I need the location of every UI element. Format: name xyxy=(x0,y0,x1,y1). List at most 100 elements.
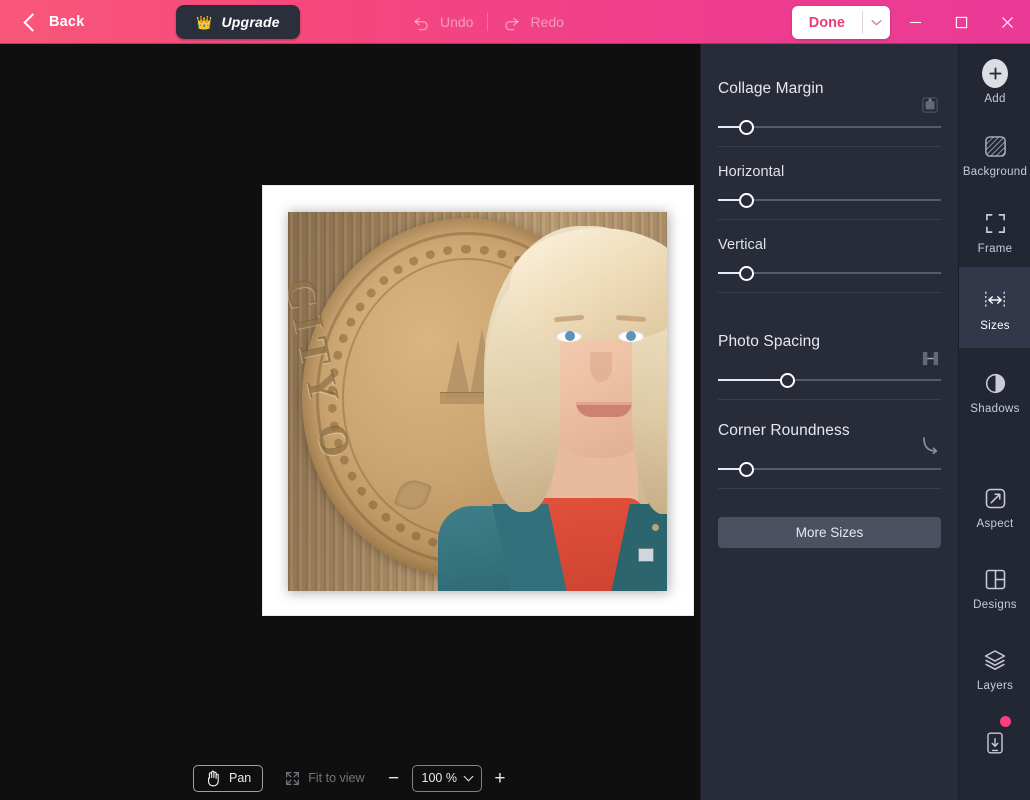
rail-item-background[interactable]: Background xyxy=(959,117,1030,190)
redo-button[interactable]: Redo xyxy=(488,0,577,44)
slider-fill xyxy=(718,379,788,381)
lapel-button xyxy=(652,524,659,531)
section-divider xyxy=(718,488,941,489)
minimize-icon xyxy=(909,21,921,23)
stacked-layers-icon xyxy=(982,647,1008,673)
section-divider xyxy=(718,146,941,147)
slider-thumb[interactable] xyxy=(739,119,755,135)
photo-editor-window: Back 👑 Upgrade Undo Redo Done CITY O Col… xyxy=(0,0,1030,800)
done-button[interactable]: Done xyxy=(792,6,862,39)
frame-corners-icon xyxy=(982,210,1008,236)
collage-margin-label: Collage Margin xyxy=(718,80,824,97)
half-circle-icon xyxy=(982,370,1008,396)
window-controls xyxy=(892,0,1030,44)
plus-circle-icon xyxy=(982,58,1008,88)
hand-icon xyxy=(207,770,219,786)
section-collage-margin: Collage Margin xyxy=(718,80,941,147)
spacing-icon[interactable] xyxy=(919,347,941,369)
notification-badge xyxy=(1000,716,1011,727)
zoom-level-value: 100 % xyxy=(421,771,457,785)
zoom-in-button[interactable]: + xyxy=(493,769,507,788)
nose xyxy=(590,352,612,382)
close-icon xyxy=(1001,16,1013,28)
section-divider xyxy=(718,399,941,400)
rail-item-add[interactable]: Add xyxy=(959,44,1030,117)
collage-sheet[interactable]: CITY O xyxy=(262,185,694,616)
close-button[interactable] xyxy=(984,0,1030,44)
more-sizes-button[interactable]: More Sizes xyxy=(718,517,941,548)
rail-item-frame[interactable]: Frame xyxy=(959,190,1030,267)
slider-thumb[interactable] xyxy=(739,192,755,208)
done-button-group: Done xyxy=(791,6,890,39)
rail-item-sizes[interactable]: Sizes xyxy=(959,267,1030,348)
chevron-left-icon xyxy=(23,12,42,32)
hatched-square-icon xyxy=(982,133,1008,159)
section-corner-roundness: Corner Roundness xyxy=(718,422,941,489)
section-divider xyxy=(718,219,941,220)
pan-button[interactable]: Pan xyxy=(193,764,264,792)
mobile-download-icon xyxy=(982,730,1008,756)
rail-label-add: Add xyxy=(984,93,1006,105)
iris-left xyxy=(565,331,575,341)
section-photo-spacing: Photo Spacing xyxy=(718,333,941,400)
vertical-label: Vertical xyxy=(718,237,767,253)
editor-canvas[interactable]: CITY O xyxy=(0,44,700,800)
back-button[interactable]: Back xyxy=(23,12,85,32)
corner-roundness-slider[interactable] xyxy=(718,458,941,480)
rail-item-shadows[interactable]: Shadows xyxy=(959,348,1030,427)
rail-item-layers[interactable]: Layers xyxy=(959,623,1030,704)
iris-right xyxy=(626,331,636,341)
redo-label: Redo xyxy=(530,14,564,30)
photo-spacing-label: Photo Spacing xyxy=(718,333,821,350)
person-figure xyxy=(288,212,667,591)
maximize-button[interactable] xyxy=(938,0,984,44)
pan-button-label: Pan xyxy=(229,771,252,785)
rail-item-aspect[interactable]: Aspect xyxy=(959,471,1030,542)
photo-spacing-slider[interactable] xyxy=(718,369,941,391)
rail-label-shadows: Shadows xyxy=(970,403,1020,415)
margin-icon[interactable] xyxy=(919,94,941,116)
rail-label-designs: Designs xyxy=(973,599,1017,611)
zoom-out-button[interactable]: − xyxy=(387,769,401,788)
rail-item-mobile-download[interactable] xyxy=(959,704,1030,775)
slider-thumb[interactable] xyxy=(779,372,795,388)
mouth xyxy=(576,402,632,417)
horizontal-slider[interactable] xyxy=(718,189,941,211)
minimize-button[interactable] xyxy=(892,0,938,44)
vertical-slider[interactable] xyxy=(718,262,941,284)
width-arrows-icon xyxy=(982,287,1008,313)
undo-button[interactable]: Undo xyxy=(398,0,487,44)
corner-roundness-icon[interactable] xyxy=(919,434,941,456)
chevron-down-icon xyxy=(463,771,474,782)
zoom-controls: − 100 % + xyxy=(387,764,507,792)
top-toolbar: Back 👑 Upgrade Undo Redo Done xyxy=(0,0,1030,44)
corner-roundness-glyph xyxy=(923,437,938,455)
rail-spacer xyxy=(959,427,1030,471)
zoom-level-select[interactable]: 100 % xyxy=(411,764,482,792)
sizes-settings-panel: Collage Margin Horizontal Vertical Photo… xyxy=(700,44,958,800)
section-vertical: Vertical xyxy=(718,237,941,293)
crown-icon: 👑 xyxy=(196,14,213,30)
spacing-glyph xyxy=(922,351,938,365)
slider-thumb[interactable] xyxy=(739,265,755,281)
collage-margin-slider[interactable] xyxy=(718,116,941,138)
redo-icon xyxy=(505,17,519,30)
section-divider xyxy=(718,292,941,293)
fit-to-view-label: Fit to view xyxy=(308,771,365,785)
collage-photo[interactable]: CITY O xyxy=(288,212,667,591)
hair-top xyxy=(510,228,667,340)
upgrade-button[interactable]: 👑 Upgrade xyxy=(176,5,300,39)
diagonal-arrow-square-icon xyxy=(982,485,1008,511)
lapel-pin xyxy=(638,548,654,562)
chevron-down-icon xyxy=(871,20,882,26)
slider-thumb[interactable] xyxy=(739,461,755,477)
fit-to-view-button[interactable]: Fit to view xyxy=(277,765,372,792)
fit-arrows-icon xyxy=(286,771,300,785)
rail-label-aspect: Aspect xyxy=(976,518,1014,530)
back-button-label: Back xyxy=(49,14,85,30)
undo-label: Undo xyxy=(440,14,474,30)
rail-item-designs[interactable]: Designs xyxy=(959,542,1030,623)
canvas-status-bar: Pan Fit to view − 100 % + xyxy=(0,756,700,800)
rail-label-frame: Frame xyxy=(977,243,1013,255)
done-dropdown-button[interactable] xyxy=(863,6,890,39)
